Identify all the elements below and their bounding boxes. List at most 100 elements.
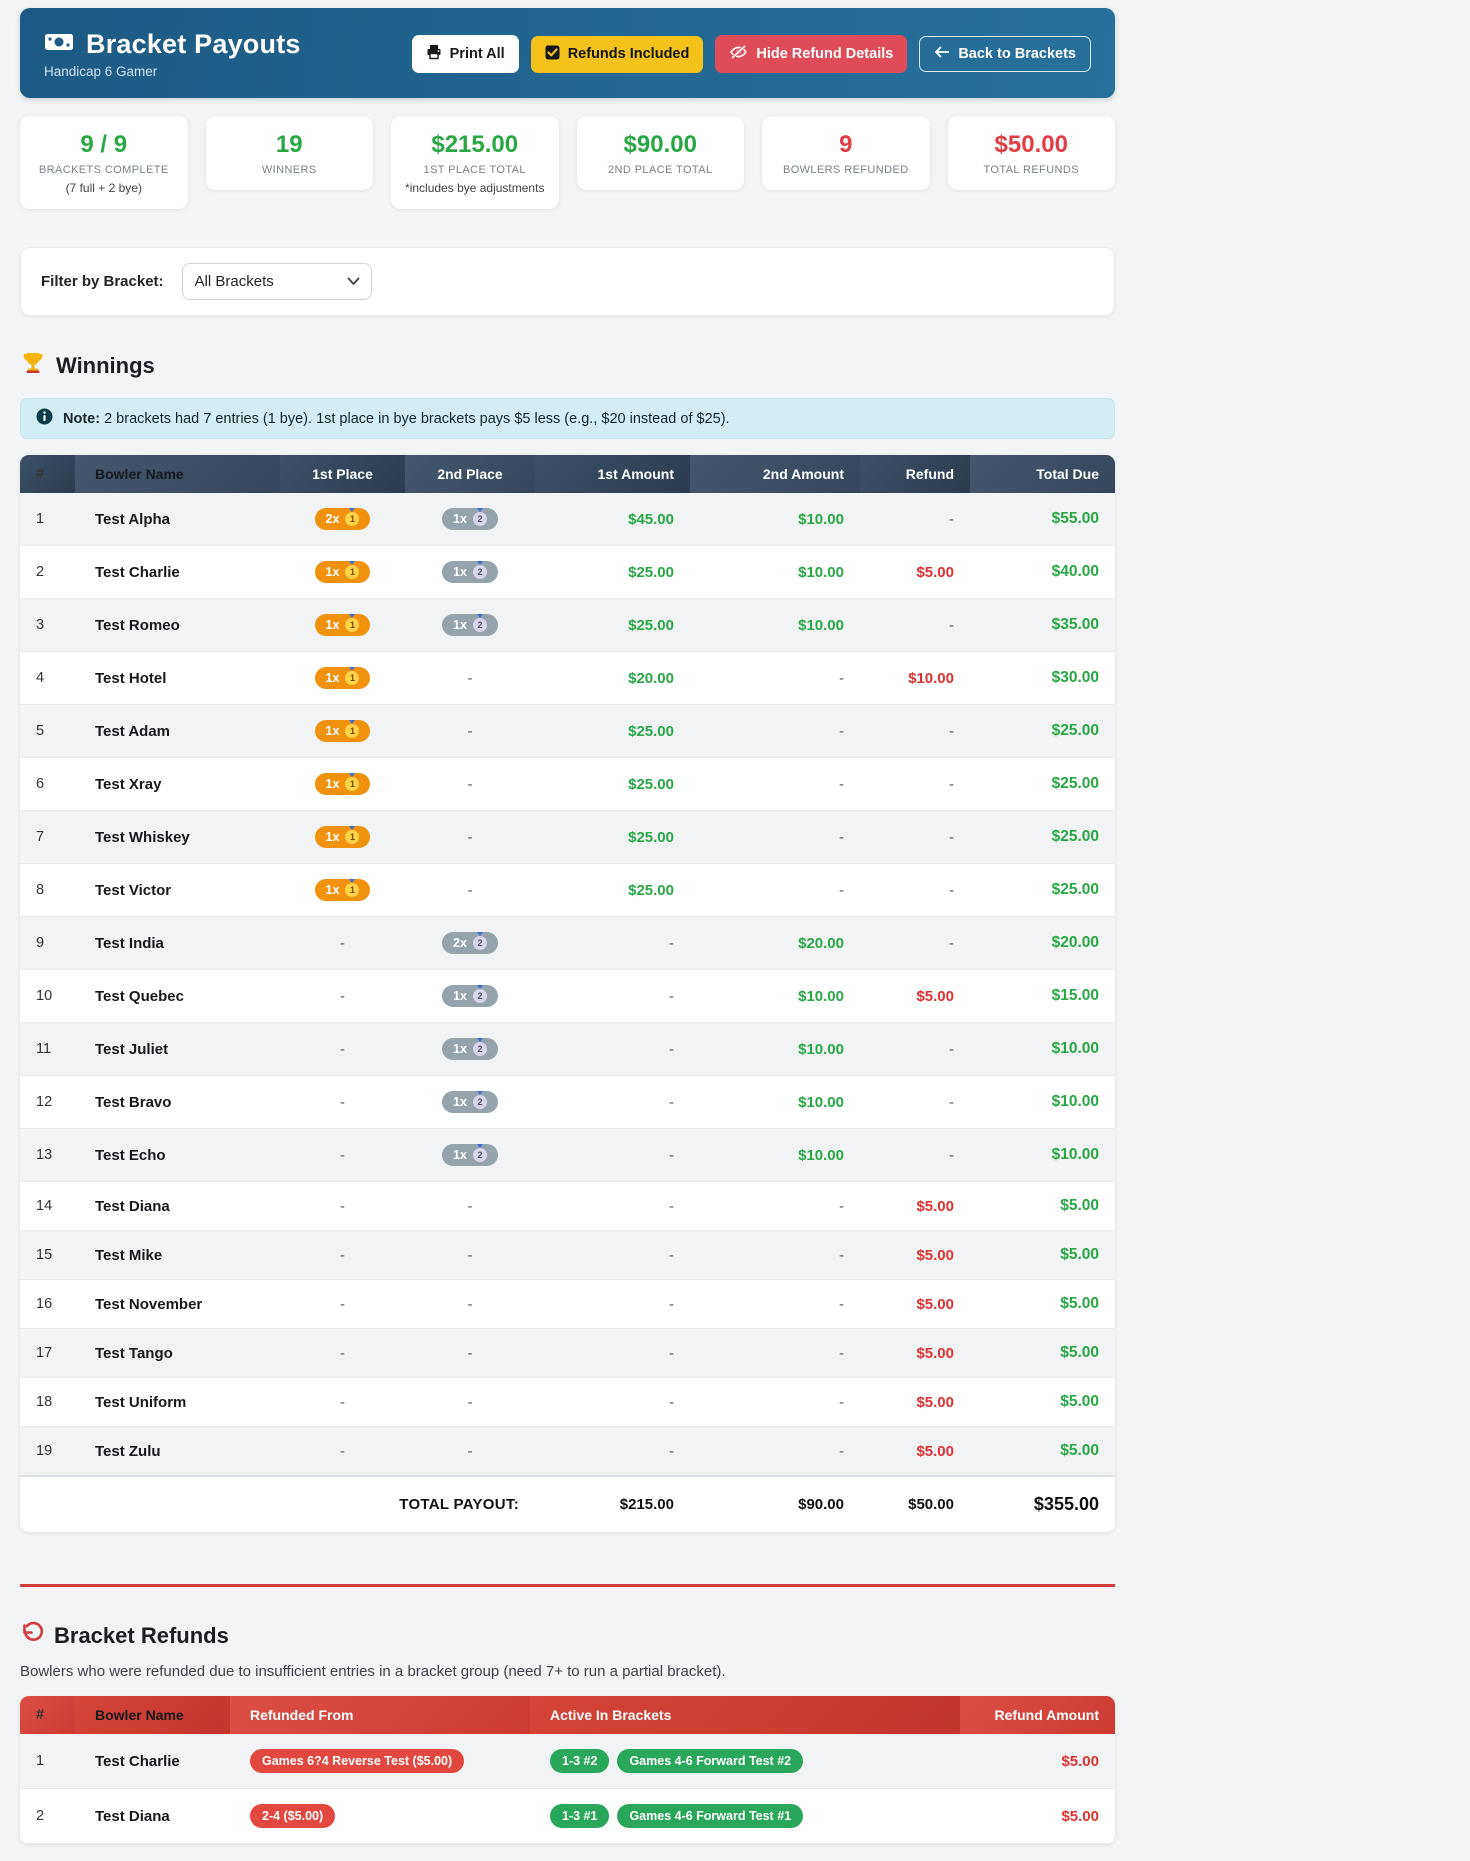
badge-count: 1x (326, 724, 340, 738)
row-number: 19 (20, 1427, 75, 1477)
page-title-text: Bracket Payouts (86, 29, 301, 60)
row-number: 2 (20, 1789, 75, 1844)
second-place-cell: 1x2 (405, 1076, 535, 1129)
hide-refund-details-button[interactable]: Hide Refund Details (715, 35, 907, 73)
total-due: $5.00 (970, 1329, 1115, 1378)
refund-amount: $5.00 (860, 1231, 970, 1280)
stat-value: 19 (216, 131, 364, 159)
total-due: $40.00 (970, 546, 1115, 599)
second-place-cell: 2x2 (405, 917, 535, 970)
second-place-cell: - (405, 1231, 535, 1280)
refunds-header-row: #Bowler NameRefunded FromActive In Brack… (20, 1696, 1115, 1734)
total-due: $10.00 (970, 1129, 1115, 1182)
refunded-from-cell: 2-4 ($5.00) (230, 1789, 530, 1844)
total-first-amount: $215.00 (535, 1476, 690, 1532)
empty-value: - (468, 882, 473, 899)
note-banner: Note: 2 brackets had 7 entries (1 bye). … (20, 398, 1115, 439)
first-place-cell: - (280, 1129, 405, 1182)
second-amount: - (690, 1427, 860, 1477)
winnings-heading: Winnings (20, 350, 1115, 382)
first-amount: $25.00 (535, 705, 690, 758)
gold-medal-icon: 1 (345, 883, 359, 897)
winnings-row: 2Test Charlie1x11x2$25.00$10.00$5.00$40.… (20, 546, 1115, 599)
first-place-badge: 2x1 (315, 508, 371, 530)
bowler-name: Test Juliet (75, 1023, 280, 1076)
badge-count: 1x (453, 1148, 467, 1162)
second-amount: - (690, 758, 860, 811)
stat-label: 2ND PLACE TOTAL (587, 164, 735, 176)
bowler-name: Test Romeo (75, 599, 280, 652)
bowler-name: Test Charlie (75, 1734, 230, 1789)
empty-value: - (340, 1443, 345, 1460)
badge-count: 1x (453, 618, 467, 632)
winnings-row: 3Test Romeo1x11x2$25.00$10.00-$35.00 (20, 599, 1115, 652)
refunds-column-header: Refunded From (230, 1696, 530, 1734)
second-amount: $10.00 (690, 599, 860, 652)
badge-count: 1x (453, 565, 467, 579)
first-place-cell: 2x1 (280, 493, 405, 546)
bowler-name: Test Quebec (75, 970, 280, 1023)
second-place-badge: 1x2 (442, 561, 498, 583)
active-bracket-badge: Games 4-6 Forward Test #2 (617, 1749, 803, 1773)
silver-medal-icon: 2 (473, 618, 487, 632)
row-number: 17 (20, 1329, 75, 1378)
total-due: $30.00 (970, 652, 1115, 705)
stat-label: BOWLERS REFUNDED (772, 164, 920, 176)
silver-medal-icon: 2 (473, 936, 487, 950)
active-in-brackets-cell: 1-3 #1Games 4-6 Forward Test #1 (530, 1789, 960, 1844)
back-to-brackets-button[interactable]: Back to Brackets (919, 36, 1091, 72)
second-amount: $10.00 (690, 1023, 860, 1076)
bowler-name: Test Diana (75, 1182, 280, 1231)
second-place-badge: 1x 2 (442, 614, 498, 636)
second-place-cell: - (405, 1182, 535, 1231)
first-amount: - (535, 917, 690, 970)
second-amount: $10.00 (690, 1076, 860, 1129)
page-header: Bracket Payouts Handicap 6 Gamer Print A… (20, 8, 1115, 98)
grand-total: $355.00 (970, 1476, 1115, 1532)
stat-card: $90.002ND PLACE TOTAL (577, 116, 745, 190)
stat-label: BRACKETS COMPLETE (30, 164, 178, 176)
stat-card: $50.00TOTAL REFUNDS (948, 116, 1116, 190)
bowler-name: Test Hotel (75, 652, 280, 705)
empty-value: - (468, 1394, 473, 1411)
second-place-cell: 1x2 (405, 1129, 535, 1182)
bracket-filter-select[interactable]: All Brackets (182, 263, 372, 300)
empty-value: - (340, 1094, 345, 1111)
second-amount: - (690, 1231, 860, 1280)
refund-amount: - (860, 758, 970, 811)
total-due: $25.00 (970, 811, 1115, 864)
stats-row: 9 / 9BRACKETS COMPLETE(7 full + 2 bye)19… (20, 116, 1115, 209)
row-number: 1 (20, 493, 75, 546)
refund-amount: $5.00 (860, 1280, 970, 1329)
winnings-row: 11Test Juliet-1x2-$10.00-$10.00 (20, 1023, 1115, 1076)
total-due: $5.00 (970, 1280, 1115, 1329)
refund-amount: $10.00 (860, 652, 970, 705)
total-due: $5.00 (970, 1182, 1115, 1231)
winnings-row: 15Test Mike----$5.00$5.00 (20, 1231, 1115, 1280)
first-amount: $25.00 (535, 599, 690, 652)
badge-count: 1x (326, 671, 340, 685)
total-due: $15.00 (970, 970, 1115, 1023)
refund-amount: $5.00 (860, 1182, 970, 1231)
badge-count: 1x (453, 1095, 467, 1109)
first-place-cell: 1x1 (280, 599, 405, 652)
print-all-button[interactable]: Print All (412, 35, 519, 73)
stat-card: $215.001ST PLACE TOTAL*includes bye adju… (391, 116, 559, 209)
refunded-from-badge: 2-4 ($5.00) (250, 1804, 335, 1828)
row-number: 7 (20, 811, 75, 864)
total-due: $25.00 (970, 705, 1115, 758)
second-amount: - (690, 652, 860, 705)
silver-medal-icon: 2 (473, 989, 487, 1003)
first-amount: - (535, 1023, 690, 1076)
winnings-column-header: Total Due (970, 455, 1115, 493)
row-number: 4 (20, 652, 75, 705)
first-amount: - (535, 970, 690, 1023)
refunds-included-button[interactable]: Refunds Included (531, 36, 704, 73)
second-place-cell: 1x2 (405, 1023, 535, 1076)
empty-value: - (468, 1296, 473, 1313)
second-amount: $10.00 (690, 970, 860, 1023)
trophy-icon (20, 350, 46, 382)
row-number: 6 (20, 758, 75, 811)
badge-count: 1x (326, 565, 340, 579)
first-place-cell: 1x1 (280, 864, 405, 917)
